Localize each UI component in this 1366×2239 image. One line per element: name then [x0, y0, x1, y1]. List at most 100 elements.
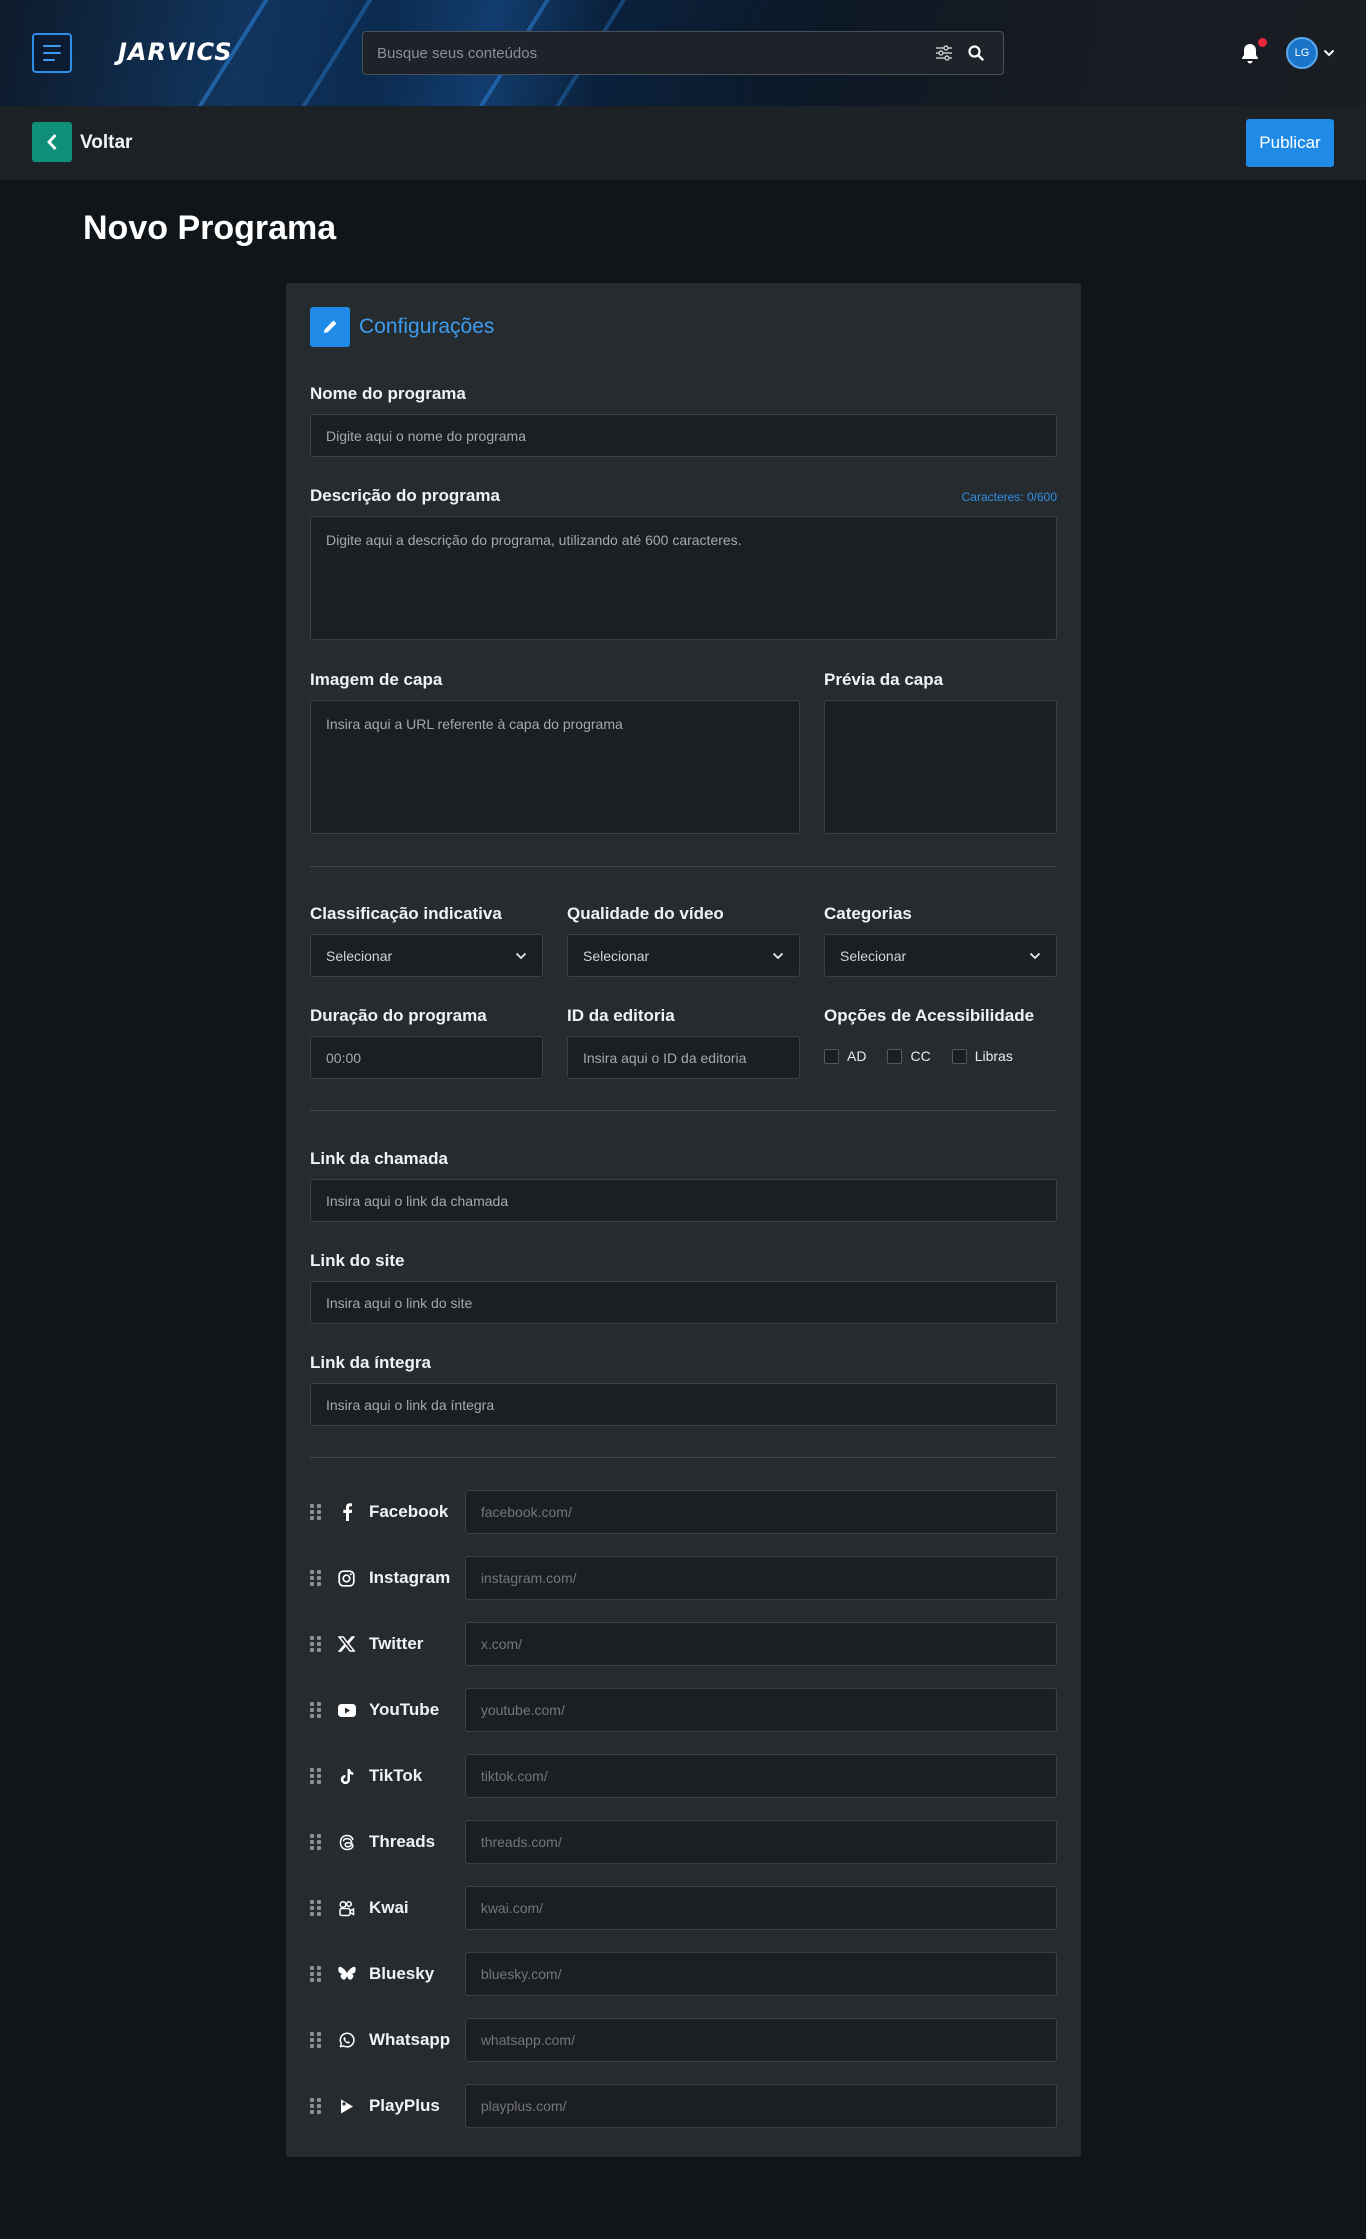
search-bar [362, 31, 1004, 75]
qualidade-label: Qualidade do vídeo [567, 904, 724, 923]
search-icon[interactable] [963, 40, 989, 66]
checkbox-libras[interactable]: Libras [951, 1048, 1013, 1064]
app-logo[interactable]: JARVICS [118, 38, 233, 66]
social-row-tiktok: TikTok [310, 1754, 1057, 1798]
action-bar: Voltar Publicar [0, 106, 1366, 180]
editoria-input[interactable] [567, 1036, 800, 1079]
descricao-textarea[interactable] [310, 516, 1057, 640]
social-row-threads: Threads [310, 1820, 1057, 1864]
qualidade-value: Selecionar [583, 947, 650, 964]
whatsapp-icon [337, 2030, 357, 2050]
cover-preview [824, 700, 1057, 834]
divider [310, 1457, 1057, 1458]
youtube-icon [337, 1700, 357, 1720]
playplus-input[interactable] [464, 2084, 1057, 2128]
bluesky-icon [337, 1964, 357, 1984]
back-button[interactable] [32, 122, 72, 162]
descricao-label: Descrição do programa [310, 486, 500, 505]
nome-label: Nome do programa [310, 384, 466, 403]
link-site-label: Link do site [310, 1251, 405, 1270]
link-chamada-label: Link da chamada [310, 1149, 448, 1168]
social-row-bluesky: Bluesky [310, 1952, 1057, 1996]
twitter-input[interactable] [464, 1622, 1057, 1666]
classificacao-select[interactable]: Selecionar [310, 934, 543, 977]
duracao-input[interactable] [310, 1036, 543, 1079]
chevron-down-icon [772, 952, 784, 959]
link-chamada-input[interactable] [310, 1179, 1057, 1222]
top-header: JARVICS LG [0, 0, 1366, 106]
publish-button[interactable]: Publicar [1246, 119, 1334, 167]
classificacao-label: Classificação indicativa [310, 904, 502, 923]
tiktok-input[interactable] [464, 1754, 1057, 1798]
bell-icon [1242, 44, 1258, 64]
qualidade-select[interactable]: Selecionar [567, 934, 800, 977]
social-row-kwai: Kwai [310, 1886, 1057, 1930]
settings-card: Configurações Nome do programa Descrição… [286, 283, 1081, 2157]
facebook-icon [337, 1502, 357, 1522]
categorias-value: Selecionar [840, 947, 907, 964]
link-site-input[interactable] [310, 1281, 1057, 1324]
categorias-label: Categorias [824, 904, 912, 923]
social-row-playplus: PlayPlus [310, 2084, 1057, 2128]
social-row-youtube: YouTube [310, 1688, 1057, 1732]
editoria-label: ID da editoria [567, 1006, 675, 1025]
bluesky-input[interactable] [464, 1952, 1057, 1996]
drag-handle-icon[interactable] [310, 1834, 322, 1850]
social-name: Instagram [368, 1568, 451, 1587]
drag-handle-icon[interactable] [310, 2098, 322, 2114]
previa-label: Prévia da capa [824, 670, 944, 689]
card-header: Configurações [310, 307, 494, 347]
drag-handle-icon[interactable] [310, 1570, 322, 1586]
drag-handle-icon[interactable] [310, 1900, 322, 1916]
social-row-twitter: Twitter [310, 1622, 1057, 1666]
checkbox-cc[interactable]: CC [887, 1048, 931, 1064]
link-integra-label: Link da íntegra [310, 1353, 431, 1372]
chevron-down-icon [1323, 49, 1335, 57]
categorias-select[interactable]: Selecionar [824, 934, 1057, 977]
hamburger-icon [43, 45, 61, 47]
drag-handle-icon[interactable] [310, 1702, 322, 1718]
chevron-left-icon [47, 134, 57, 150]
link-integra-input[interactable] [310, 1383, 1057, 1426]
social-row-whatsapp: Whatsapp [310, 2018, 1057, 2062]
notifications-button[interactable] [1240, 38, 1267, 66]
instagram-icon [337, 1568, 357, 1588]
card-title: Configurações [359, 315, 495, 338]
imagem-label: Imagem de capa [310, 670, 443, 689]
imagem-url-textarea[interactable] [310, 700, 800, 834]
drag-handle-icon[interactable] [310, 1768, 322, 1784]
instagram-input[interactable] [464, 1556, 1057, 1600]
social-row-facebook: Facebook [310, 1490, 1057, 1534]
chevron-down-icon [1029, 952, 1041, 959]
social-name: Whatsapp [368, 2030, 451, 2049]
social-name: Twitter [368, 1634, 424, 1653]
social-name: PlayPlus [368, 2096, 440, 2115]
checkbox-ad[interactable]: AD [824, 1048, 866, 1064]
page-title: Novo Programa [83, 209, 337, 247]
chevron-down-icon [515, 952, 527, 959]
character-counter: Caracteres: 0/600 [961, 490, 1057, 504]
back-label[interactable]: Voltar [80, 132, 132, 154]
user-menu[interactable]: LG [1286, 37, 1335, 69]
divider [310, 1110, 1057, 1111]
social-name: Facebook [368, 1502, 449, 1521]
menu-button[interactable] [32, 33, 72, 73]
tiktok-icon [337, 1766, 357, 1786]
x-icon [337, 1634, 357, 1654]
kwai-input[interactable] [464, 1886, 1057, 1930]
filter-icon[interactable] [931, 40, 957, 66]
youtube-input[interactable] [464, 1688, 1057, 1732]
drag-handle-icon[interactable] [310, 2032, 322, 2048]
social-name: TikTok [368, 1766, 423, 1785]
drag-handle-icon[interactable] [310, 1636, 322, 1652]
threads-input[interactable] [464, 1820, 1057, 1864]
social-name: Kwai [368, 1898, 409, 1917]
threads-icon [337, 1832, 357, 1852]
drag-handle-icon[interactable] [310, 1966, 322, 1982]
search-input[interactable] [377, 44, 925, 62]
drag-handle-icon[interactable] [310, 1504, 322, 1520]
accessibility-options: AD CC Libras [824, 1048, 1034, 1064]
whatsapp-input[interactable] [464, 2018, 1057, 2062]
facebook-input[interactable] [464, 1490, 1057, 1534]
nome-input[interactable] [310, 414, 1057, 457]
